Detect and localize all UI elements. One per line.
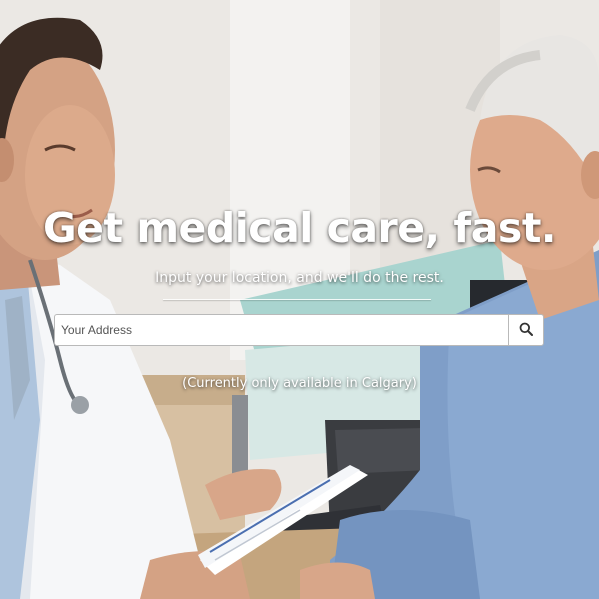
hero-overlay: Get medical care, fast. Input your locat…: [0, 0, 599, 599]
availability-note: (Currently only available in Calgary): [182, 376, 417, 391]
hero-subtitle: Input your location, and we'll do the re…: [155, 270, 444, 286]
search-button[interactable]: [508, 314, 544, 346]
divider: [163, 299, 431, 300]
address-search-form: [54, 314, 544, 346]
address-input[interactable]: [54, 314, 508, 346]
hero-section: Get medical care, fast. Input your locat…: [0, 0, 599, 599]
search-icon: [519, 322, 533, 339]
hero-headline: Get medical care, fast.: [43, 204, 557, 252]
